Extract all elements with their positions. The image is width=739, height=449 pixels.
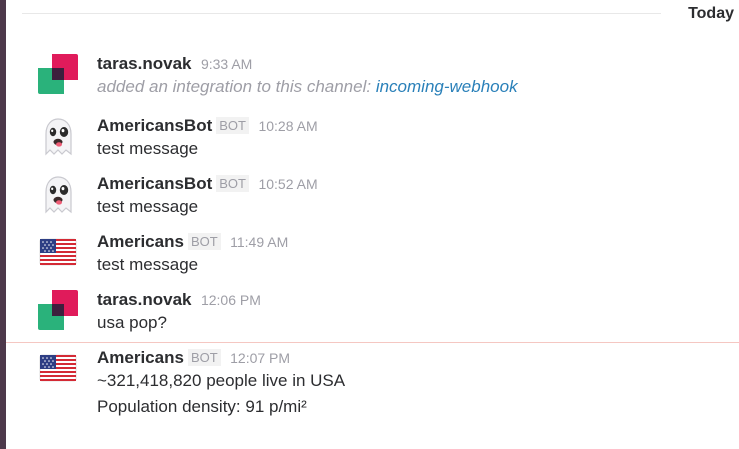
author-name[interactable]: taras.novak	[97, 54, 192, 73]
us-flag-emoji-icon	[39, 238, 77, 266]
message-content: Americans BOT 11:49 AM test message	[97, 232, 727, 278]
system-message: added an integration to this channel: in…	[97, 74, 727, 100]
message-header: Americans BOT 12:07 PM	[97, 348, 727, 368]
message-content: Americans BOT 12:07 PM ~321,418,820 peopl…	[97, 348, 727, 420]
taras-novak-avatar-icon	[38, 54, 78, 94]
avatar[interactable]	[38, 174, 78, 214]
avatar[interactable]	[38, 290, 78, 330]
bot-badge: BOT	[187, 233, 221, 250]
message-text: test message	[97, 139, 199, 158]
message-content: AmericansBot BOT 10:52 AM test message	[97, 174, 727, 220]
day-divider-label: Today	[688, 5, 734, 22]
bot-badge: BOT	[187, 349, 221, 366]
timestamp[interactable]: 11:49 AM	[230, 234, 288, 250]
message-header: AmericansBot BOT 10:52 AM	[97, 174, 727, 194]
system-message-text: added an integration to this channel:	[97, 77, 376, 96]
author-name[interactable]: taras.novak	[97, 290, 192, 309]
bot-badge: BOT	[216, 117, 249, 134]
author-name[interactable]: Americans	[97, 232, 184, 251]
message-text: test message	[97, 197, 199, 216]
day-divider: Today	[22, 0, 739, 28]
author-name[interactable]: AmericansBot	[97, 116, 212, 135]
timestamp[interactable]: 12:06 PM	[201, 292, 261, 308]
avatar[interactable]	[38, 348, 78, 388]
timestamp[interactable]: 9:33 AM	[201, 56, 252, 72]
message-header: taras.novak 12:06 PM	[97, 290, 727, 310]
ghost-emoji-icon	[45, 176, 72, 214]
timestamp[interactable]: 10:52 AM	[258, 176, 317, 192]
avatar[interactable]	[38, 54, 78, 94]
ghost-emoji-icon	[45, 118, 72, 156]
message-text: Population density: 91 p/mi²	[97, 397, 307, 416]
taras-novak-avatar-icon	[38, 290, 78, 330]
avatar[interactable]	[38, 116, 78, 156]
us-flag-emoji-icon	[39, 354, 77, 382]
timestamp[interactable]: 10:28 AM	[258, 118, 317, 134]
message-text: usa pop?	[97, 313, 167, 332]
new-messages-divider	[6, 342, 739, 343]
message-text: test message	[97, 255, 199, 274]
integration-link[interactable]: incoming-webhook	[376, 77, 518, 96]
timestamp[interactable]: 12:07 PM	[230, 350, 290, 366]
message-content: taras.novak 12:06 PM usa pop?	[97, 290, 727, 336]
sidebar-edge	[0, 0, 6, 449]
author-name[interactable]: Americans	[97, 348, 184, 367]
message-header: AmericansBot BOT 10:28 AM	[97, 116, 727, 136]
message-content: AmericansBot BOT 10:28 AM test message	[97, 116, 727, 162]
message-content: taras.novak 9:33 AM added an integration…	[97, 54, 727, 100]
message-header: taras.novak 9:33 AM	[97, 54, 727, 74]
avatar[interactable]	[38, 232, 78, 272]
bot-badge: BOT	[216, 175, 249, 192]
author-name[interactable]: AmericansBot	[97, 174, 212, 193]
day-divider-line	[22, 13, 661, 14]
message-text: ~321,418,820 people live in USA	[97, 371, 346, 390]
message-header: Americans BOT 11:49 AM	[97, 232, 727, 252]
